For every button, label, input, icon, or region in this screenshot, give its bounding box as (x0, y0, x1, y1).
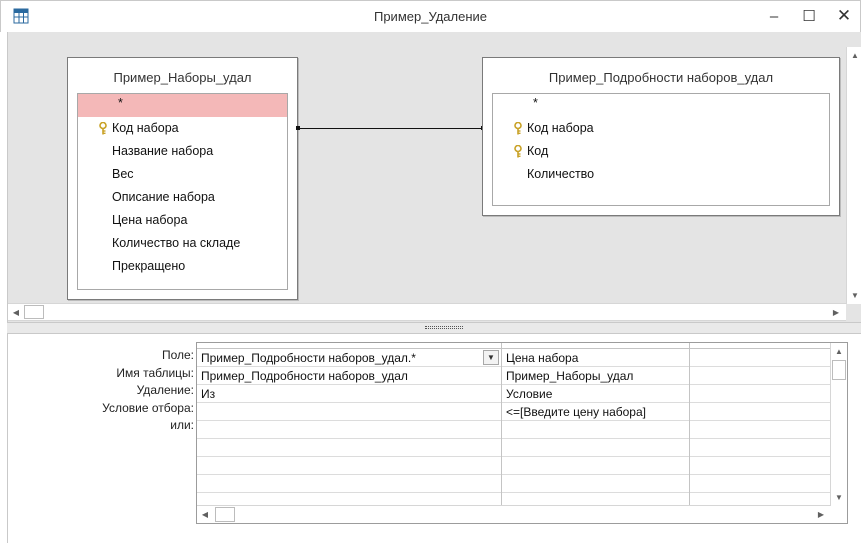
delete-cell[interactable]: Условие (502, 385, 689, 403)
or-cell[interactable] (197, 421, 501, 439)
minimize-button[interactable]: – (761, 5, 787, 27)
criteria-cell[interactable] (690, 403, 830, 421)
criteria-cell[interactable]: <=[Введите цену набора] (502, 403, 689, 421)
field-list[interactable]: * Код набора Код Количество (492, 93, 830, 206)
field-list[interactable]: * Код набора Название набора Вес Описани… (77, 93, 288, 290)
or-cell[interactable] (690, 421, 830, 439)
empty-cell[interactable] (502, 457, 689, 475)
field-list-item[interactable]: * (78, 94, 287, 117)
scroll-thumb[interactable] (215, 507, 235, 522)
table-title[interactable]: Пример_Подробности наборов_удал (483, 70, 839, 85)
scroll-thumb[interactable] (832, 360, 846, 380)
grid-row-labels: Поле: Имя таблицы: Удаление: Условие отб… (8, 347, 196, 435)
field-list-item[interactable]: Описание набора (78, 186, 287, 209)
empty-cell[interactable] (690, 457, 830, 475)
or-cell[interactable] (502, 421, 689, 439)
scroll-up-arrow-icon[interactable]: ▲ (831, 343, 847, 359)
scroll-right-arrow-icon[interactable]: ▶ (813, 506, 829, 522)
table-design-area[interactable]: Пример_Наборы_удал * Код набора Название… (7, 32, 861, 322)
scroll-left-arrow-icon[interactable]: ◀ (197, 506, 213, 522)
scroll-down-arrow-icon[interactable]: ▼ (847, 287, 861, 303)
grid-vertical-scrollbar[interactable]: ▲ ▼ (830, 343, 847, 507)
grid-column[interactable] (690, 343, 831, 523)
field-cell[interactable] (690, 349, 830, 367)
title-bar: Пример_Удаление – ☐ ✕ (0, 0, 861, 32)
empty-cell[interactable] (690, 439, 830, 457)
field-list-item[interactable]: Количество (493, 163, 829, 186)
scroll-right-arrow-icon[interactable]: ▶ (828, 304, 844, 320)
delete-cell[interactable] (690, 385, 830, 403)
empty-cell[interactable] (502, 475, 689, 493)
empty-cell[interactable] (502, 439, 689, 457)
primary-key-icon (513, 145, 523, 158)
row-label-table: Имя таблицы: (116, 365, 194, 380)
grid-column[interactable]: Цена набора Пример_Наборы_удал Условие <… (502, 343, 690, 523)
grid-horizontal-scrollbar[interactable]: ◀ ▶ (197, 505, 831, 523)
field-list-item[interactable]: * (493, 94, 829, 117)
scroll-down-arrow-icon[interactable]: ▼ (831, 489, 847, 505)
design-grid[interactable]: Пример_Подробности наборов_удал.* ▼ Прим… (196, 342, 848, 524)
chevron-down-icon[interactable]: ▼ (483, 350, 499, 365)
field-list-item[interactable]: Цена набора (78, 209, 287, 232)
row-label-criteria: Условие отбора: (102, 400, 194, 415)
row-label-or: или: (170, 418, 194, 432)
primary-key-icon (513, 122, 523, 135)
field-cell[interactable]: Цена набора (502, 349, 689, 367)
table-cell[interactable]: Пример_Подробности наборов_удал (197, 367, 501, 385)
row-label-field: Поле: (161, 348, 194, 362)
criteria-cell[interactable] (197, 403, 501, 421)
empty-cell[interactable] (690, 475, 830, 493)
row-label-delete: Удаление: (136, 383, 194, 397)
field-list-item[interactable]: Вес (78, 163, 287, 186)
field-list-item[interactable]: Количество на складе (78, 232, 287, 255)
pane-splitter[interactable] (7, 322, 861, 334)
grid-column[interactable]: Пример_Подробности наборов_удал.* ▼ Прим… (197, 343, 502, 523)
table-box-sets[interactable]: Пример_Наборы_удал * Код набора Название… (67, 57, 298, 300)
scroll-thumb[interactable] (24, 305, 44, 319)
table-cell[interactable] (690, 367, 830, 385)
design-vertical-scrollbar[interactable]: ▲ ▼ (846, 47, 861, 304)
query-grid-area: Поле: Имя таблицы: Удаление: Условие отб… (7, 334, 861, 543)
field-list-item[interactable]: Название набора (78, 140, 287, 163)
design-horizontal-scrollbar[interactable]: ◀ ▶ (8, 303, 846, 321)
join-endpoint (296, 126, 300, 130)
empty-cell[interactable] (197, 457, 501, 475)
scroll-up-arrow-icon[interactable]: ▲ (847, 47, 861, 63)
close-button[interactable]: ✕ (831, 5, 857, 27)
scroll-left-arrow-icon[interactable]: ◀ (8, 304, 24, 320)
empty-cell[interactable] (197, 475, 501, 493)
maximize-button[interactable]: ☐ (796, 5, 822, 27)
table-box-set-details[interactable]: Пример_Подробности наборов_удал * Код на… (482, 57, 840, 216)
table-cell[interactable]: Пример_Наборы_удал (502, 367, 689, 385)
field-list-item[interactable]: Прекращено (78, 255, 287, 278)
delete-cell[interactable]: Из (197, 385, 501, 403)
field-list-item[interactable]: Код набора (78, 117, 287, 140)
splitter-grip[interactable] (425, 326, 463, 329)
window-title: Пример_Удаление (373, 9, 487, 24)
field-list-item[interactable]: Код (493, 140, 829, 163)
table-title[interactable]: Пример_Наборы_удал (68, 70, 297, 85)
field-list-item[interactable]: Код набора (493, 117, 829, 140)
field-cell[interactable]: Пример_Подробности наборов_удал.* ▼ (197, 349, 501, 367)
primary-key-icon (98, 122, 108, 135)
relationship-join-line[interactable] (298, 128, 482, 129)
empty-cell[interactable] (197, 439, 501, 457)
